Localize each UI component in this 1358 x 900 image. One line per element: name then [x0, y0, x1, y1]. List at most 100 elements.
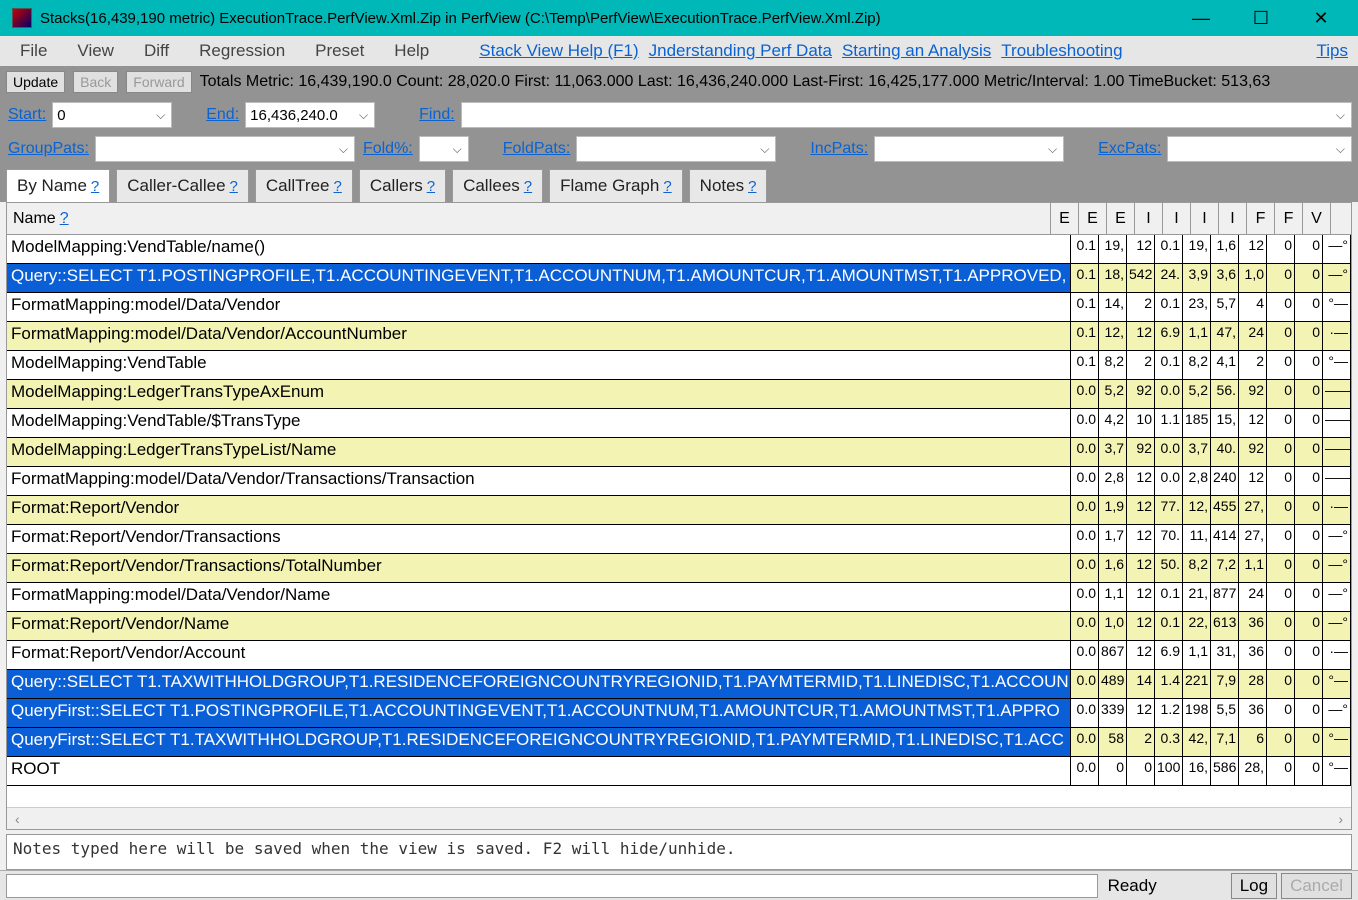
row-name-cell[interactable]: Format:Report/Vendor/Name [7, 612, 1071, 640]
row-name-cell[interactable]: FormatMapping:model/Data/Vendor/Transact… [7, 467, 1071, 495]
row-value-cell[interactable]: 1,0 [1099, 612, 1127, 640]
row-value-cell[interactable]: °— [1323, 351, 1351, 379]
row-value-cell[interactable]: 339 [1099, 699, 1127, 727]
row-value-cell[interactable]: 12 [1127, 699, 1155, 727]
table-row[interactable]: QueryFirst::SELECT T1.TAXWITHHOLDGROUP,T… [7, 728, 1351, 757]
row-value-cell[interactable]: —° [1323, 525, 1351, 553]
row-value-cell[interactable]: 36 [1239, 641, 1267, 669]
row-value-cell[interactable]: °— [1323, 757, 1351, 785]
table-row[interactable]: QueryFirst::SELECT T1.POSTINGPROFILE,T1.… [7, 699, 1351, 728]
row-value-cell[interactable]: 0.1 [1155, 583, 1183, 611]
row-value-cell[interactable]: 3,7 [1099, 438, 1127, 466]
row-value-cell[interactable]: —— [1323, 409, 1351, 437]
row-value-cell[interactable]: 36 [1239, 612, 1267, 640]
foldpats-label[interactable]: FoldPats: [503, 140, 571, 158]
row-value-cell[interactable]: 70. [1155, 525, 1183, 553]
row-value-cell[interactable]: 198 [1183, 699, 1211, 727]
row-value-cell[interactable]: 1.1 [1155, 409, 1183, 437]
row-name-cell[interactable]: ModelMapping:VendTable/$TransType [7, 409, 1071, 437]
row-value-cell[interactable]: 0 [1267, 380, 1295, 408]
row-value-cell[interactable]: 27, [1239, 496, 1267, 524]
row-value-cell[interactable]: 0 [1099, 757, 1127, 785]
row-value-cell[interactable]: 0 [1267, 293, 1295, 321]
row-value-cell[interactable]: 0 [1267, 351, 1295, 379]
row-value-cell[interactable]: °— [1323, 293, 1351, 321]
row-value-cell[interactable]: 12 [1127, 322, 1155, 350]
row-value-cell[interactable]: 4,1 [1211, 351, 1239, 379]
row-value-cell[interactable]: 0 [1267, 322, 1295, 350]
row-value-cell[interactable]: ·— [1323, 496, 1351, 524]
table-row[interactable]: Query::SELECT T1.POSTINGPROFILE,T1.ACCOU… [7, 264, 1351, 293]
row-value-cell[interactable]: 0.0 [1071, 757, 1099, 785]
row-value-cell[interactable]: 12 [1127, 467, 1155, 495]
row-value-cell[interactable]: 0 [1267, 467, 1295, 495]
link-starting[interactable]: Starting an Analysis [842, 41, 991, 61]
row-value-cell[interactable]: 0 [1267, 264, 1295, 292]
col-header[interactable]: V [1303, 203, 1331, 234]
row-value-cell[interactable]: 0 [1267, 670, 1295, 698]
col-header[interactable]: I [1163, 203, 1191, 234]
row-value-cell[interactable]: 0.0 [1071, 496, 1099, 524]
log-button[interactable]: Log [1231, 873, 1277, 899]
row-value-cell[interactable]: ·— [1323, 641, 1351, 669]
link-troubleshooting[interactable]: Troubleshooting [1001, 41, 1122, 61]
row-value-cell[interactable]: 3,7 [1183, 438, 1211, 466]
end-label[interactable]: End: [206, 106, 239, 124]
row-value-cell[interactable]: 0.1 [1071, 351, 1099, 379]
row-value-cell[interactable]: 0 [1267, 699, 1295, 727]
row-value-cell[interactable]: 28, [1239, 757, 1267, 785]
row-value-cell[interactable]: 0 [1267, 438, 1295, 466]
row-value-cell[interactable]: 24 [1239, 322, 1267, 350]
row-value-cell[interactable]: 0 [1295, 699, 1323, 727]
col-header[interactable]: E [1051, 203, 1079, 234]
row-value-cell[interactable]: ·— [1323, 322, 1351, 350]
row-value-cell[interactable]: 0 [1295, 641, 1323, 669]
row-value-cell[interactable]: —— [1323, 438, 1351, 466]
link-understanding[interactable]: Jnderstanding Perf Data [649, 41, 832, 61]
row-value-cell[interactable]: 0 [1295, 728, 1323, 756]
update-button[interactable]: Update [6, 71, 65, 93]
row-name-cell[interactable]: Format:Report/Vendor [7, 496, 1071, 524]
end-input[interactable]: 16,436,240.0 [245, 102, 375, 128]
row-value-cell[interactable]: 12 [1239, 409, 1267, 437]
row-value-cell[interactable]: 1,1 [1183, 322, 1211, 350]
link-tips[interactable]: Tips [1317, 41, 1349, 61]
minimize-button[interactable]: — [1186, 8, 1216, 29]
row-value-cell[interactable]: 2 [1127, 293, 1155, 321]
table-row[interactable]: ModelMapping:VendTable/$TransType0.04,21… [7, 409, 1351, 438]
row-value-cell[interactable]: 19, [1099, 235, 1127, 263]
row-value-cell[interactable]: 1,1 [1183, 641, 1211, 669]
row-value-cell[interactable]: 0.0 [1071, 380, 1099, 408]
row-value-cell[interactable]: 0.0 [1155, 467, 1183, 495]
tab-flame-graph[interactable]: Flame Graph? [549, 169, 683, 202]
table-row[interactable]: ROOT0.00010016,58628,00°— [7, 757, 1351, 786]
row-name-cell[interactable]: ModelMapping:LedgerTransTypeList/Name [7, 438, 1071, 466]
row-value-cell[interactable]: 4,2 [1099, 409, 1127, 437]
row-value-cell[interactable]: 0 [1267, 641, 1295, 669]
row-value-cell[interactable]: 0 [1295, 264, 1323, 292]
find-label[interactable]: Find: [419, 106, 455, 124]
excpats-label[interactable]: ExcPats: [1098, 140, 1161, 158]
tab-caller-callee[interactable]: Caller-Callee? [116, 169, 249, 202]
row-value-cell[interactable]: —° [1323, 612, 1351, 640]
row-value-cell[interactable]: 100 [1155, 757, 1183, 785]
row-value-cell[interactable]: 1,1 [1099, 583, 1127, 611]
row-value-cell[interactable]: 8,2 [1183, 554, 1211, 582]
table-row[interactable]: Format:Report/Vendor0.01,91277.12,45527,… [7, 496, 1351, 525]
row-value-cell[interactable]: 12, [1183, 496, 1211, 524]
row-value-cell[interactable]: 40. [1211, 438, 1239, 466]
row-value-cell[interactable]: 2 [1127, 351, 1155, 379]
row-value-cell[interactable]: —— [1323, 467, 1351, 495]
row-value-cell[interactable]: 77. [1155, 496, 1183, 524]
row-value-cell[interactable]: 8,2 [1183, 351, 1211, 379]
row-value-cell[interactable]: 414 [1211, 525, 1239, 553]
row-value-cell[interactable]: 5,5 [1211, 699, 1239, 727]
row-value-cell[interactable]: 0.1 [1071, 322, 1099, 350]
row-value-cell[interactable]: 3,6 [1211, 264, 1239, 292]
incpats-label[interactable]: IncPats: [810, 140, 868, 158]
row-value-cell[interactable]: 22, [1183, 612, 1211, 640]
row-value-cell[interactable]: 0.0 [1071, 699, 1099, 727]
table-row[interactable]: FormatMapping:model/Data/Vendor/Name0.01… [7, 583, 1351, 612]
close-button[interactable]: ✕ [1306, 8, 1336, 29]
table-row[interactable]: Format:Report/Vendor/Transactions0.01,71… [7, 525, 1351, 554]
